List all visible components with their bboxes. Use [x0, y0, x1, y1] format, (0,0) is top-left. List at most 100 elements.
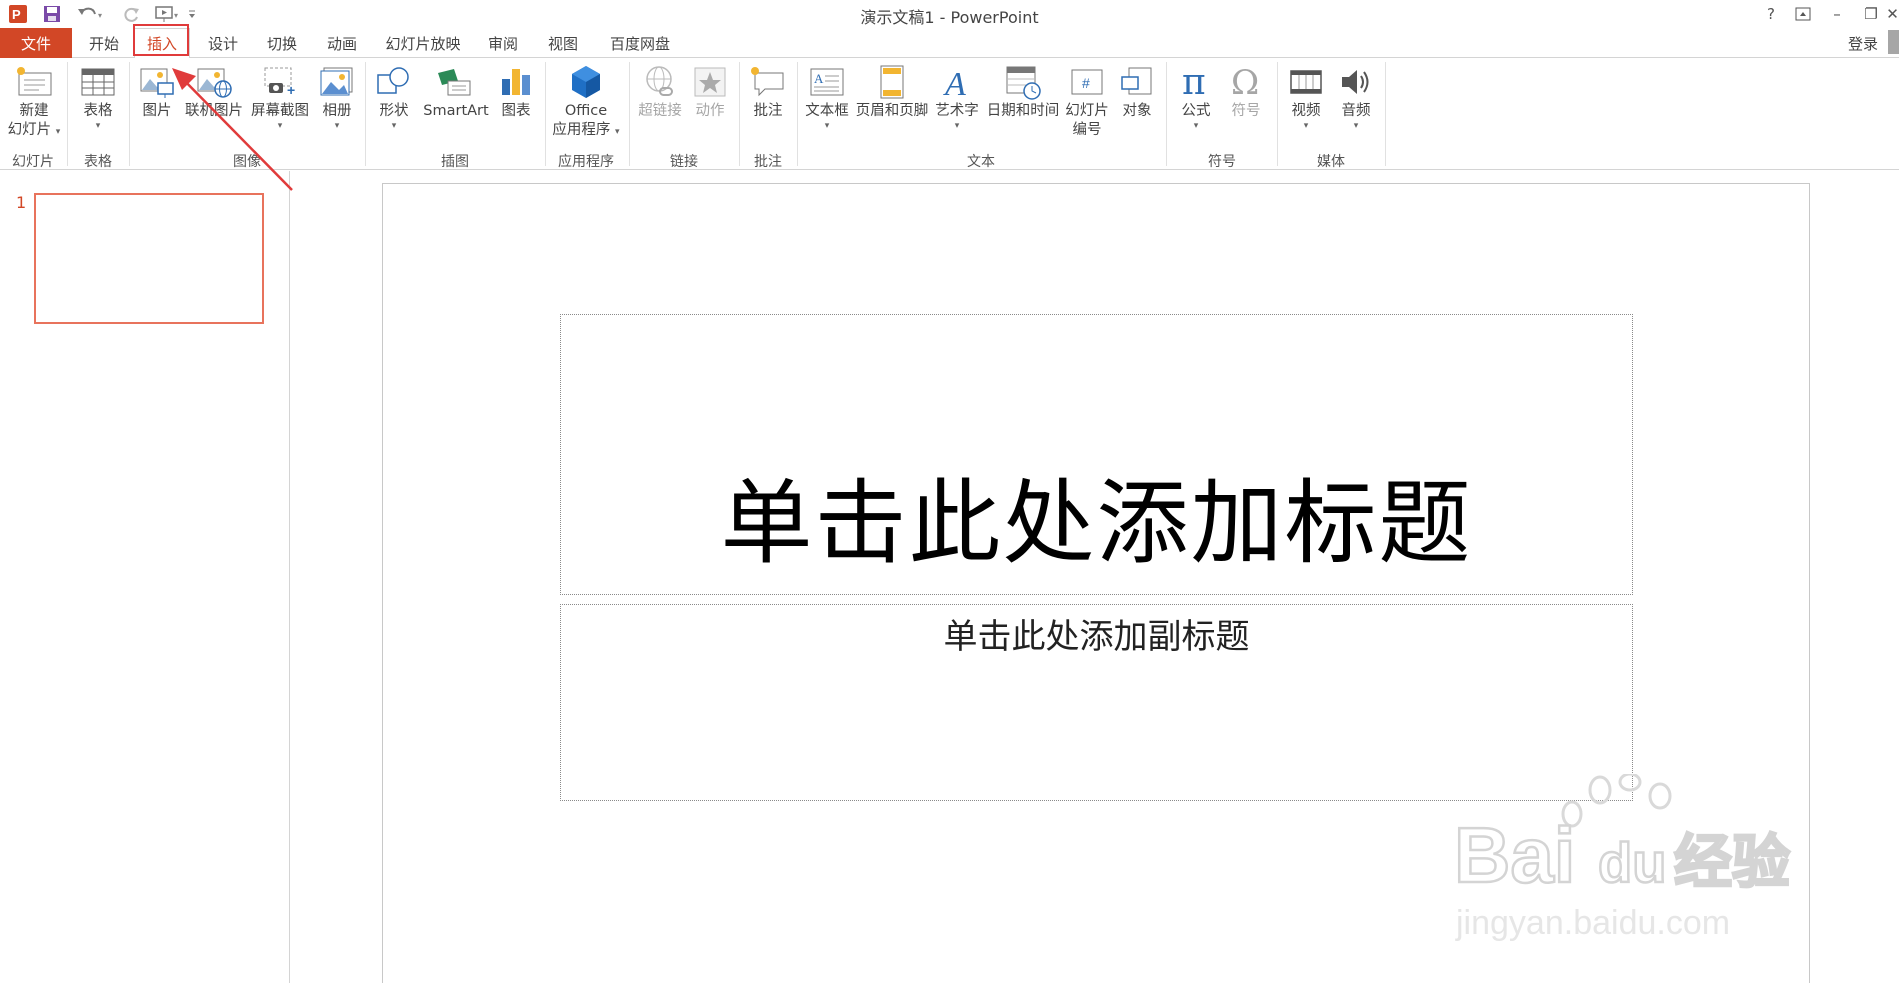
watermark-brand-du: du	[1598, 831, 1666, 894]
chart-icon	[496, 62, 536, 102]
shapes-button[interactable]: 形状 ▾	[370, 62, 418, 148]
smartart-button[interactable]: SmartArt	[420, 62, 492, 148]
close-button[interactable]: ✕	[1886, 2, 1899, 26]
tab-review[interactable]: 审阅	[478, 28, 528, 58]
svg-text:A: A	[943, 66, 966, 100]
svg-text:▾: ▾	[174, 11, 178, 20]
office-apps-button[interactable]: Office 应用程序 ▾	[548, 62, 624, 148]
header-footer-button[interactable]: 页眉和页脚	[854, 62, 930, 148]
speaker-audio-icon	[1336, 62, 1376, 102]
title-bar: P ▾ ▾ 演示文稿1 - PowerPoint ? – ❐ ✕	[0, 0, 1899, 28]
tab-transitions[interactable]: 切换	[258, 28, 306, 58]
group-label-links: 链接	[670, 154, 698, 170]
signin-link[interactable]: 登录	[1848, 28, 1878, 58]
subtitle-placeholder-text: 单击此处添加副标题	[943, 617, 1250, 657]
watermark-cn: 经验	[1674, 830, 1790, 895]
group-label-images: 图像	[233, 154, 261, 170]
svg-text:P: P	[12, 7, 21, 22]
group-label-illustrations: 插图	[441, 154, 469, 170]
action-star-icon	[690, 62, 730, 102]
tab-file[interactable]: 文件	[0, 28, 72, 58]
ribbon-tab-bar: 文件 开始 插入 设计 切换 动画 幻灯片放映 审阅 视图 百度网盘	[0, 28, 1899, 59]
svg-text:▾: ▾	[98, 11, 102, 20]
slide-thumbnail-pane: 1	[0, 171, 290, 983]
new-slide-button[interactable]: 新建 幻灯片 ▾	[4, 62, 64, 148]
comment-icon	[748, 62, 788, 102]
object-button[interactable]: 对象	[1114, 62, 1160, 148]
smartart-icon	[436, 62, 476, 102]
photo-album-button[interactable]: 相册 ▾	[314, 62, 360, 148]
undo-icon[interactable]: ▾	[76, 3, 106, 25]
group-label-tables: 表格	[84, 154, 112, 170]
tab-baidu-netdisk[interactable]: 百度网盘	[598, 28, 682, 58]
watermark-url: jingyan.baidu.com	[1455, 904, 1730, 942]
textbox-button[interactable]: A 文本框 ▾	[800, 62, 854, 148]
audio-button[interactable]: 音频 ▾	[1332, 62, 1380, 148]
symbol-button: Ω 符号	[1222, 62, 1270, 148]
minimize-button[interactable]: –	[1822, 2, 1852, 26]
tab-animations[interactable]: 动画	[318, 28, 366, 58]
video-button[interactable]: 视频 ▾	[1282, 62, 1330, 148]
svg-text:Ω: Ω	[1231, 64, 1259, 100]
ribbon-insert: 新建 幻灯片 ▾ 幻灯片 表格 ▾ 表格 图片 联机图片 + 屏幕截图 ▾ 相册…	[0, 58, 1899, 170]
picture-icon	[137, 62, 177, 102]
slide-number-icon: #	[1067, 62, 1107, 102]
group-separator	[1166, 62, 1167, 166]
action-button: 动作	[688, 62, 732, 148]
title-placeholder-text: 单击此处添加标题	[720, 470, 1473, 577]
slide-thumbnail[interactable]	[34, 193, 264, 324]
tab-design[interactable]: 设计	[200, 28, 246, 58]
group-label-slides: 幻灯片	[12, 154, 54, 170]
new-slide-icon	[14, 62, 54, 102]
pi-equation-icon: π	[1176, 62, 1216, 102]
save-icon[interactable]	[40, 3, 64, 25]
screenshot-button[interactable]: + 屏幕截图 ▾	[248, 62, 312, 148]
textbox-icon: A	[807, 62, 847, 102]
ribbon-display-options-icon[interactable]	[1788, 2, 1818, 26]
group-label-symbols: 符号	[1208, 154, 1236, 170]
hyperlink-button: 超链接	[634, 62, 686, 148]
start-slideshow-icon[interactable]: ▾	[152, 3, 182, 25]
account-avatar[interactable]	[1888, 30, 1899, 54]
insert-tab-highlight-box	[133, 24, 189, 56]
svg-text:+: +	[287, 82, 295, 98]
date-time-button[interactable]: 日期和时间	[984, 62, 1062, 148]
group-label-media: 媒体	[1317, 154, 1345, 170]
pictures-button[interactable]: 图片	[134, 62, 180, 148]
screenshot-icon: +	[260, 62, 300, 102]
group-separator	[1385, 62, 1386, 166]
group-label-text: 文本	[967, 154, 995, 170]
photo-album-icon	[317, 62, 357, 102]
powerpoint-logo-icon[interactable]: P	[6, 3, 30, 25]
restore-button[interactable]: ❐	[1856, 2, 1886, 26]
omega-symbol-icon: Ω	[1226, 62, 1266, 102]
chart-button[interactable]: 图表	[494, 62, 538, 148]
baidu-jingyan-watermark: Bai du 经验 jingyan.baidu.com	[1453, 774, 1791, 942]
shapes-icon	[374, 62, 414, 102]
table-button[interactable]: 表格 ▾	[74, 62, 122, 148]
svg-text:A: A	[814, 71, 824, 86]
comment-button[interactable]: 批注	[744, 62, 792, 148]
redo-icon[interactable]	[120, 3, 144, 25]
tab-slideshow[interactable]: 幻灯片放映	[378, 28, 468, 58]
equation-button[interactable]: π 公式 ▾	[1172, 62, 1220, 148]
title-placeholder[interactable]: 单击此处添加标题	[560, 314, 1633, 595]
tab-home[interactable]: 开始	[78, 28, 130, 58]
object-icon	[1117, 62, 1157, 102]
window-title: 演示文稿1 - PowerPoint	[860, 8, 1039, 27]
office-apps-icon	[566, 62, 606, 102]
group-label-apps: 应用程序	[558, 154, 614, 170]
online-pictures-button[interactable]: 联机图片	[182, 62, 246, 148]
group-label-comments: 批注	[754, 154, 782, 170]
customize-qat-icon[interactable]	[184, 3, 200, 25]
subtitle-placeholder[interactable]: 单击此处添加副标题	[560, 604, 1633, 801]
slide-number-button[interactable]: # 幻灯片 编号	[1062, 62, 1112, 148]
svg-text:#: #	[1082, 75, 1090, 91]
watermark-brand: Bai	[1454, 811, 1575, 899]
tab-view[interactable]: 视图	[538, 28, 588, 58]
help-button[interactable]: ?	[1756, 2, 1786, 26]
wordart-button[interactable]: A 艺术字 ▾	[932, 62, 982, 148]
hyperlink-icon	[640, 62, 680, 102]
online-picture-icon	[194, 62, 234, 102]
svg-text:π: π	[1182, 64, 1206, 100]
